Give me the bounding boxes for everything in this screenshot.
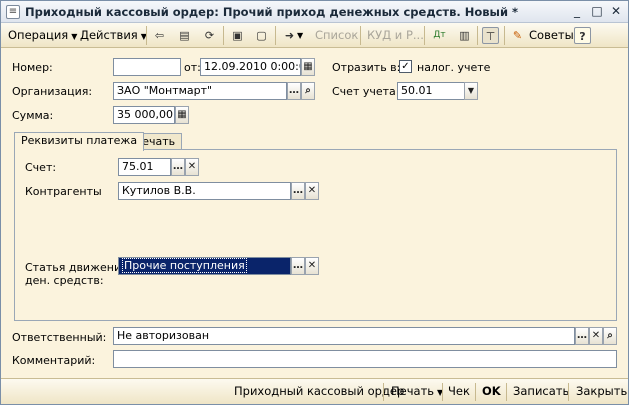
minimize-icon[interactable]: _ <box>570 5 584 19</box>
command-bar: Приходный кассовый ордер Печать ▼ Чек OK … <box>1 378 628 404</box>
help-icon[interactable]: ? <box>574 27 591 44</box>
close-button[interactable]: Закрыть <box>576 384 627 398</box>
tab-payment-details[interactable]: Реквизиты платежа <box>14 132 145 151</box>
toolbar: Операция ▼ Действия ▼ ⇦ ▤ ⟳ ▣ ▢ ➜ ▼ Список… <box>1 23 628 48</box>
number-label: Номер: <box>12 61 53 74</box>
chevron-down-icon[interactable]: ▼ <box>464 82 478 100</box>
payment-account-field[interactable]: 75.01 <box>118 158 171 176</box>
organization-label: Организация: <box>12 85 93 98</box>
clear-icon[interactable]: ✕ <box>305 257 319 275</box>
report-icon[interactable]: ▥ <box>456 27 473 44</box>
cashflow-label: Статья движения <box>25 261 128 274</box>
comment-label: Комментарий: <box>12 354 96 367</box>
sum-label: Сумма: <box>12 109 54 122</box>
advice-icon[interactable]: ✎ <box>509 27 526 44</box>
operation-menu[interactable]: Операция ▼ <box>8 27 77 44</box>
organization-field[interactable]: ЗАО "Монтмарт" <box>113 82 287 100</box>
select-ellipsis-icon[interactable]: … <box>291 182 305 200</box>
calendar-icon[interactable]: ▦ <box>301 58 315 76</box>
refresh-icon[interactable]: ⟳ <box>201 27 218 44</box>
payment-account-label: Счет: <box>25 161 57 174</box>
number-field[interactable] <box>113 58 181 76</box>
ok-button[interactable]: OK <box>482 384 501 398</box>
search-icon[interactable]: ⌕ <box>603 327 617 345</box>
window-title: Приходный кассовый ордер: Прочий приход … <box>25 5 519 19</box>
calculator-icon[interactable]: ▦ <box>175 106 189 124</box>
date-field[interactable]: 12.09.2010 0:00:0( <box>200 58 301 76</box>
advice-button[interactable]: Советы <box>529 27 574 44</box>
select-ellipsis-icon[interactable]: … <box>291 257 305 275</box>
kud-button[interactable]: КУД и Р... <box>367 27 424 44</box>
cashflow-field[interactable]: Прочие поступления <box>118 257 291 275</box>
counterparty-label: Контрагенты <box>25 185 102 198</box>
account-select[interactable]: 50.01 <box>397 82 465 100</box>
save-button[interactable]: Записать <box>513 384 569 398</box>
go-to-dropdown-icon[interactable]: ▼ <box>297 27 303 44</box>
title-bar: ≡ Приходный кассовый ордер: Прочий прихо… <box>1 1 628 23</box>
maximize-icon[interactable]: □ <box>590 5 604 19</box>
clear-icon[interactable]: ✕ <box>185 158 199 176</box>
dt-kt-icon[interactable]: Дт <box>431 27 448 44</box>
tax-accounting-checkbox[interactable]: ✓ <box>399 60 412 73</box>
responsible-label: Ответственный: <box>12 331 107 344</box>
select-ellipsis-icon[interactable]: … <box>575 327 589 345</box>
go-to-icon[interactable]: ➜ <box>281 27 298 44</box>
document-icon: ≡ <box>6 5 20 19</box>
search-icon[interactable]: ⌕ <box>301 82 315 100</box>
cashflow-label-line2: ден. средств: <box>25 274 104 287</box>
tax-accounting-label: налог. учете <box>417 61 491 74</box>
structure-icon[interactable]: ⊤ <box>482 27 499 44</box>
close-icon[interactable]: ✕ <box>609 5 623 19</box>
payment-details-panel <box>14 149 617 321</box>
clear-icon[interactable]: ✕ <box>589 327 603 345</box>
unpost-document-icon[interactable]: ▢ <box>253 27 270 44</box>
clear-icon[interactable]: ✕ <box>305 182 319 200</box>
list-button[interactable]: Список <box>315 27 358 44</box>
print-menu[interactable]: Печать ▼ <box>391 384 443 398</box>
counterparty-field[interactable]: Кутилов В.В. <box>118 182 291 200</box>
cashflow-value: Прочие поступления <box>122 258 247 273</box>
print-form-button[interactable]: Приходный кассовый ордер <box>234 384 404 398</box>
responsible-field[interactable]: Не авторизован <box>113 327 575 345</box>
date-label: от: <box>184 61 201 74</box>
select-ellipsis-icon[interactable]: … <box>287 82 301 100</box>
back-icon[interactable]: ⇦ <box>151 27 168 44</box>
comment-field[interactable] <box>113 350 617 368</box>
check-button[interactable]: Чек <box>448 384 470 398</box>
account-label: Счет учета: <box>332 85 400 98</box>
sum-field[interactable]: 35 000,00 <box>113 106 175 124</box>
actions-menu[interactable]: Действия ▼ <box>80 27 147 44</box>
document-window: ≡ Приходный кассовый ордер: Прочий прихо… <box>0 0 629 405</box>
select-ellipsis-icon[interactable]: … <box>171 158 185 176</box>
reflect-label: Отразить в: <box>332 61 401 74</box>
history-icon[interactable]: ▤ <box>176 27 193 44</box>
post-document-icon[interactable]: ▣ <box>229 27 246 44</box>
